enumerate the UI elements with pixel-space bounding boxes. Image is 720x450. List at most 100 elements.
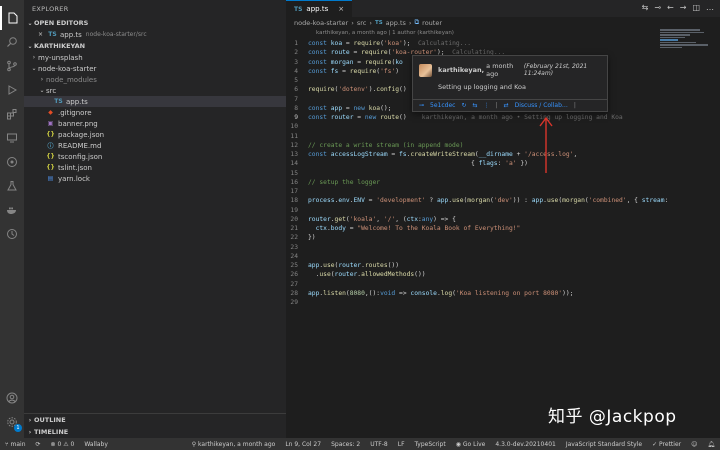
open-editors-label: OPEN EDITORS (34, 19, 89, 27)
branch-status[interactable]: ⑂ main (0, 441, 31, 448)
line-number: 26 (290, 271, 298, 279)
tree-item-label: README.md (58, 141, 102, 150)
timeline-icon[interactable] (0, 222, 24, 246)
end-of-line[interactable]: LF (393, 441, 410, 448)
remote-explorer-icon[interactable] (0, 126, 24, 150)
tree-item-label: banner.png (58, 119, 98, 128)
line-number: 1 (294, 40, 298, 48)
history-icon[interactable]: ↻ (461, 102, 466, 109)
more-icon[interactable]: ⋮ (484, 102, 490, 109)
image-file-icon: ▣ (47, 120, 54, 127)
code-text: app.listen(8080,():void => console.log('… (308, 289, 574, 297)
go-live[interactable]: ◉ Go Live (451, 441, 491, 448)
run-debug-icon[interactable] (0, 78, 24, 102)
breadcrumb-file[interactable]: app.ts (386, 19, 406, 27)
breadcrumb-symbol[interactable]: router (422, 19, 442, 27)
tree-item[interactable]: ▤ yarn.lock (24, 173, 286, 184)
tree-item[interactable]: {} package.json (24, 129, 286, 140)
next-revision-icon[interactable]: → (680, 3, 687, 12)
breadcrumb-folder[interactable]: node-koa-starter (294, 19, 348, 27)
tree-item[interactable]: TS app.ts (24, 96, 286, 107)
extensions-icon[interactable] (0, 102, 24, 126)
code-text: const morgan = require(ko (308, 58, 403, 66)
sync-icon[interactable]: ⟳ (31, 441, 46, 448)
encoding[interactable]: UTF-8 (365, 441, 393, 448)
branch-label: main (10, 440, 26, 448)
tree-item[interactable]: {} tsconfig.json (24, 151, 286, 162)
codelens-blame[interactable]: karthikeyan, a month ago | 1 author (kar… (286, 28, 720, 37)
line-number: 27 (290, 280, 298, 288)
wallaby-status[interactable]: Wallaby (79, 441, 113, 448)
ts-version[interactable]: 4.3.0-dev.20210401 (490, 441, 560, 448)
more-actions-icon[interactable]: … (706, 3, 714, 12)
hover-actions: ⊸ 5e1cdec ↻ ⇆ ⋮ | ⇄ Discuss / Collab… | (413, 99, 607, 111)
code-line: 26 .use(router.allowedMethods()) (286, 270, 658, 279)
tab-close-icon[interactable]: × (338, 5, 344, 13)
notifications-icon[interactable]: 🔔︎ (702, 441, 720, 448)
compare-changes-icon[interactable]: ⇆ (642, 3, 649, 12)
manage-gear-icon[interactable]: 1 (0, 410, 24, 434)
git-commit-icon[interactable]: ⊸ (654, 3, 661, 12)
tab-app-ts[interactable]: TS app.ts × (286, 0, 353, 17)
indentation[interactable]: Spaces: 2 (326, 441, 365, 448)
tree-item[interactable]: ⌄ src (24, 85, 286, 96)
git-file-icon: ◆ (48, 109, 53, 116)
gitlens-icon[interactable] (0, 150, 24, 174)
hover-author[interactable]: karthikeyan, (438, 66, 484, 74)
previous-revision-icon[interactable]: ← (667, 3, 674, 12)
language-mode[interactable]: TypeScript (410, 441, 451, 448)
split-editor-icon[interactable]: ◫ (692, 3, 700, 12)
tree-item[interactable]: ⓘ README.md (24, 140, 286, 151)
code-line: 22}) (286, 233, 658, 242)
blame-status[interactable]: ⚲ karthikeyan, a month ago (187, 441, 281, 448)
hover-commit-sha[interactable]: 5e1cdec (430, 102, 455, 109)
chevron-right-icon: › (28, 416, 32, 424)
account-icon[interactable] (0, 386, 24, 410)
feedback-icon[interactable]: ☺ (686, 441, 702, 448)
tree-item[interactable]: ◆ .gitignore (24, 107, 286, 118)
workspace-header[interactable]: ⌄ KARTHIKEYAN (24, 40, 286, 52)
test-flask-icon[interactable] (0, 174, 24, 198)
prettier-status[interactable]: ✓ Prettier (647, 441, 686, 448)
tree-item[interactable]: › my-unsplash (24, 52, 286, 63)
chevron-right-icon: › (28, 428, 32, 436)
tree-item[interactable]: › node_modules (24, 74, 286, 85)
hover-discuss-link[interactable]: Discuss / Collab… (515, 102, 568, 109)
outline-header[interactable]: › OUTLINE (24, 414, 286, 426)
timeline-header[interactable]: › TIMELINE (24, 426, 286, 438)
status-bar: ⑂ main ⟳ ⊗ 0 ⚠ 0 Wallaby ⚲ karthikeyan, … (0, 438, 720, 450)
code-line: 15 (286, 169, 658, 178)
problems-status[interactable]: ⊗ 0 ⚠ 0 (46, 441, 80, 448)
line-number: 4 (294, 67, 298, 75)
open-editor-item[interactable]: × TS app.ts node-koa-starter/src (24, 29, 286, 40)
cursor-position[interactable]: Ln 9, Col 27 (280, 441, 326, 448)
code-text: process.env.ENV = 'development' ? app.us… (308, 197, 669, 205)
tree-item[interactable]: ▣ banner.png (24, 118, 286, 129)
code-text: }) (308, 234, 316, 242)
code-line: 25 app.use(router.routes()) (286, 261, 658, 270)
close-icon[interactable]: × (36, 31, 45, 38)
docker-icon[interactable] (0, 198, 24, 222)
line-number: 6 (294, 86, 298, 94)
chevron-right-icon: › (369, 18, 372, 27)
tree-item-label: node-koa-starter (38, 64, 97, 73)
tree-item[interactable]: {} tslint.json (24, 162, 286, 173)
symbol-variable-icon: ⧉ (414, 18, 420, 26)
line-number: 25 (290, 262, 298, 270)
code-text: .use(router.allowedMethods()) (308, 271, 426, 279)
linter-style[interactable]: JavaScript Standard Style (561, 441, 647, 448)
source-control-icon[interactable] (0, 54, 24, 78)
tree-item[interactable]: ⌄ node-koa-starter (24, 63, 286, 74)
breadcrumb: node-koa-starter › src › TS app.ts › ⧉ r… (286, 17, 720, 28)
breadcrumb-folder[interactable]: src (357, 19, 367, 27)
line-number: 13 (290, 151, 298, 159)
tree-item-label: node_modules (46, 75, 97, 84)
tree-item-label: yarn.lock (58, 174, 90, 183)
compare-icon[interactable]: ⇆ (473, 102, 478, 109)
activity-bar: 1 (0, 0, 24, 438)
search-icon[interactable] (0, 30, 24, 54)
explorer-icon[interactable] (0, 6, 24, 30)
chevron-down-icon: ⌄ (39, 87, 45, 94)
open-editors-header[interactable]: ⌄ OPEN EDITORS (24, 17, 286, 29)
minimap[interactable] (660, 28, 712, 58)
